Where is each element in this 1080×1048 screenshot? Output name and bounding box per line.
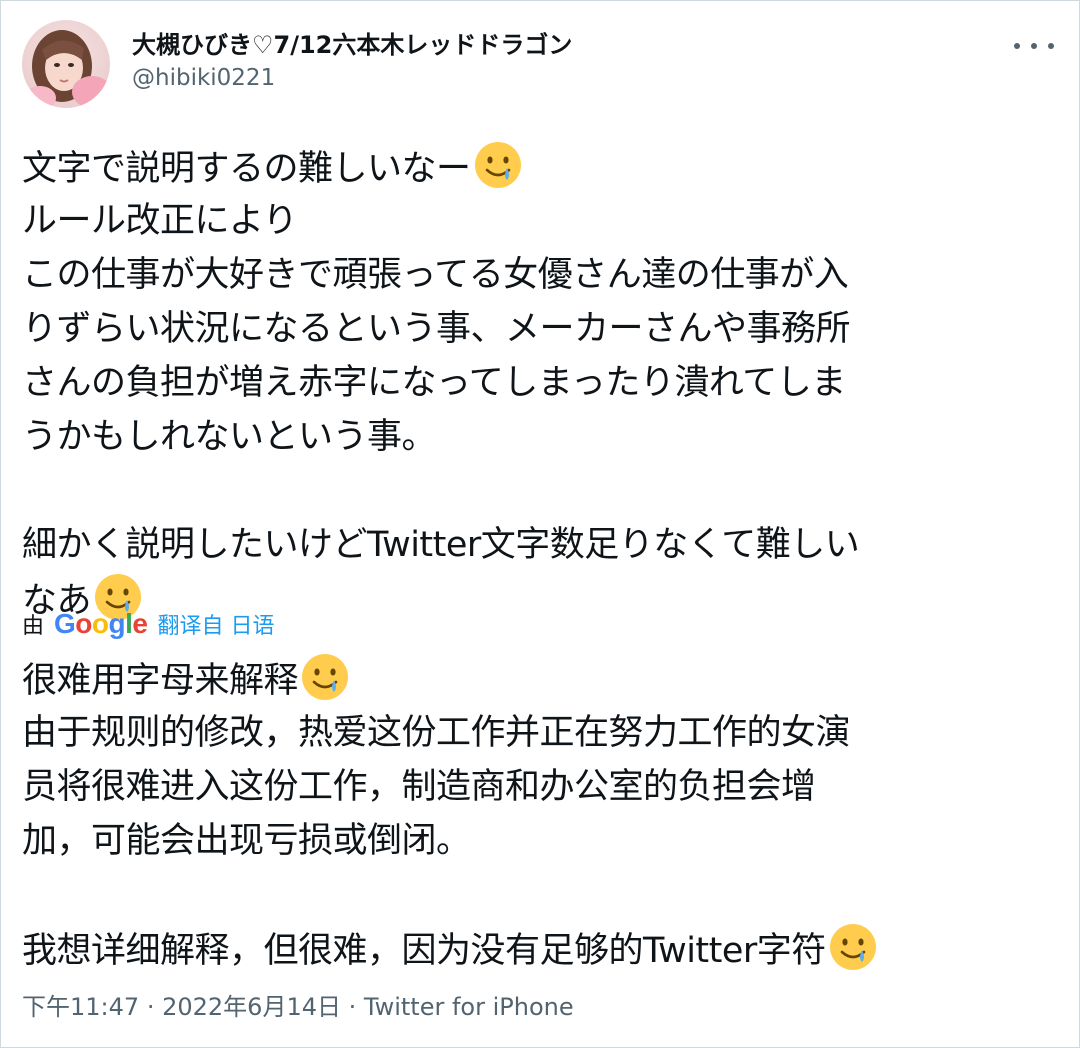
translated-from-link[interactable]: 翻译自 日语: [157, 608, 274, 640]
tweet-line: うかもしれないという事。: [22, 417, 437, 457]
tweet-line: この仕事が大好きで頑張ってる女優さん達の仕事が入: [22, 255, 849, 295]
tweet-line: ルール改正により: [22, 201, 298, 241]
translation-attribution: 由 Google 翻译自 日语: [22, 604, 274, 644]
tweet-translated-text: 很难用字母来解释 由于规则的修改，热爱这份工作并正在努力工作的女演 员将很难进入…: [22, 652, 1058, 976]
translation-line: 员将很难进入这份工作，制造商和办公室的负担会增: [22, 767, 816, 807]
user-names: 大槻ひびき♡7/12六本木レッドドラゴン @hibiki0221: [132, 28, 572, 94]
slightly-smiling-face-with-tear-icon: [302, 654, 349, 700]
meta-separator: ·: [348, 993, 357, 1021]
tweet-time-link[interactable]: 下午11:47: [22, 993, 139, 1021]
tweet-line: 文字で説明するの難しいなー: [22, 140, 1058, 194]
avatar-image: [22, 20, 110, 108]
slightly-smiling-face-with-tear-icon: [474, 142, 521, 188]
more-options-icon[interactable]: [1014, 34, 1054, 58]
slightly-smiling-face-with-tear-icon: [829, 924, 876, 970]
tweet-header: 大槻ひびき♡7/12六本木レッドドラゴン @hibiki0221: [22, 20, 1058, 110]
translated-by-label: 由: [22, 614, 45, 639]
tweet-line: りずらい状況になるという事、メーカーさんや事務所: [22, 309, 851, 349]
tweet-source-link[interactable]: Twitter for iPhone: [364, 993, 574, 1021]
translation-line: 加，可能会出现亏损或倒闭。: [22, 821, 471, 861]
translation-line: 由于规则的修改，热爱这份工作并正在努力工作的女演: [22, 713, 851, 753]
tweet-meta: 下午11:47 · 2022年6月14日 · Twitter for iPhon…: [22, 990, 574, 1024]
user-handle[interactable]: @hibiki0221: [132, 62, 572, 94]
tweet-date-link[interactable]: 2022年6月14日: [162, 993, 341, 1021]
tweet-line: 細かく説明したいけどTwitter文字数足りなくて難しい: [22, 525, 860, 565]
google-logo: Google: [54, 608, 148, 639]
tweet-line: さんの負担が増え赤字になってしまったり潰れてしま: [22, 363, 846, 403]
translation-line: 很难用字母来解释: [22, 652, 1058, 706]
display-name[interactable]: 大槻ひびき♡7/12六本木レッドドラゴン: [132, 28, 572, 62]
avatar[interactable]: [22, 20, 110, 108]
translation-line: 我想详细解释，但很难，因为没有足够的Twitter字符: [22, 922, 1058, 976]
tweet-original-text: 文字で説明するの難しいなー ルール改正により この仕事が大好きで頑張ってる女優さ…: [22, 140, 1058, 626]
meta-separator: ·: [146, 993, 155, 1021]
